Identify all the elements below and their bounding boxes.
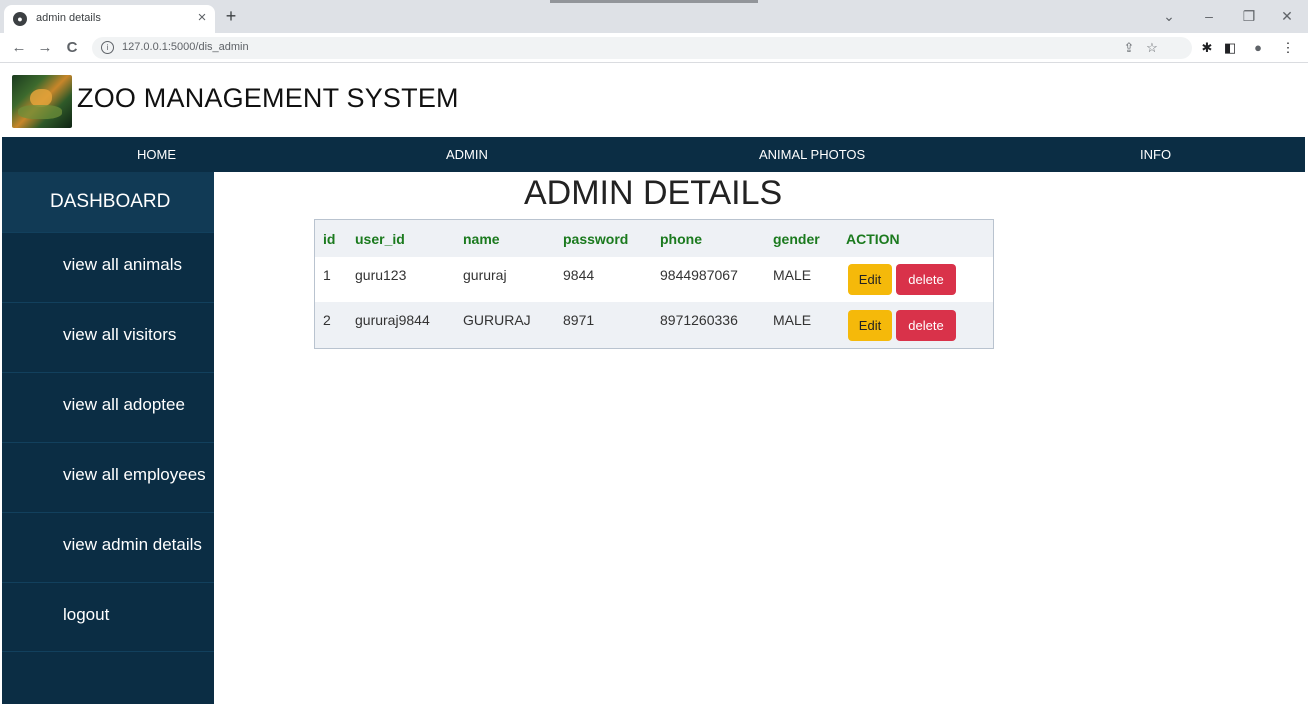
- site-title: ZOO MANAGEMENT SYSTEM: [77, 83, 459, 113]
- close-window-button[interactable]: ✕: [1275, 6, 1299, 26]
- sidebar-item-view-all-employees[interactable]: view all employees: [2, 442, 214, 512]
- column-header-gender: gender: [773, 231, 820, 247]
- back-button[interactable]: ←: [9, 38, 29, 58]
- sidebar-item-label: view all animals: [63, 255, 183, 274]
- url-text[interactable]: 127.0.0.1:5000/dis_admin: [122, 41, 249, 53]
- column-header-password: password: [563, 231, 629, 247]
- cell-user-id: guru123: [355, 267, 407, 283]
- sidebar-item-view-all-animals[interactable]: view all animals: [2, 232, 214, 302]
- nav-home[interactable]: HOME: [137, 137, 176, 172]
- nav-animal-photos[interactable]: ANIMAL PHOTOS: [759, 137, 865, 172]
- new-tab-button[interactable]: +: [222, 5, 240, 27]
- browser-tab-strip: ● admin details × + ⌄ – ❐ ✕: [0, 0, 1308, 33]
- cell-gender: MALE: [773, 312, 812, 328]
- cell-name: gururaj: [463, 267, 507, 283]
- delete-button[interactable]: delete: [896, 264, 956, 295]
- tab-title: admin details: [36, 12, 101, 24]
- reload-button[interactable]: C: [62, 38, 82, 58]
- cell-id: 2: [323, 312, 331, 328]
- browser-menu-icon[interactable]: ⋮: [1279, 39, 1297, 57]
- share-icon[interactable]: ⇪: [1120, 39, 1138, 57]
- tab-search-chevron-icon[interactable]: ⌄: [1157, 6, 1181, 26]
- sidebar-item-label: view all employees: [63, 465, 206, 484]
- sidebar-item-label: view admin details: [63, 535, 202, 554]
- site-header: ZOO MANAGEMENT SYSTEM: [0, 64, 1308, 137]
- sidebar-dashboard[interactable]: DASHBOARD: [2, 172, 214, 232]
- bookmark-star-icon[interactable]: ☆: [1143, 39, 1161, 57]
- column-header-name: name: [463, 231, 500, 247]
- nav-admin[interactable]: ADMIN: [446, 137, 488, 172]
- zoo-logo: [12, 75, 72, 128]
- cell-user-id: gururaj9844: [355, 312, 430, 328]
- site-info-icon[interactable]: i: [101, 41, 114, 54]
- forward-button[interactable]: →: [35, 38, 55, 58]
- column-header-phone: phone: [660, 231, 702, 247]
- sidebar: DASHBOARD view all animals view all visi…: [2, 172, 214, 704]
- minimize-button[interactable]: –: [1197, 6, 1221, 26]
- sidebar-item-label: view all visitors: [63, 325, 177, 344]
- delete-button[interactable]: delete: [896, 310, 956, 341]
- nav-info[interactable]: INFO: [1140, 137, 1171, 172]
- cell-gender: MALE: [773, 267, 812, 283]
- sidebar-item-view-all-visitors[interactable]: view all visitors: [2, 302, 214, 372]
- tab-strip-indicator: [550, 0, 758, 3]
- tab-close-icon[interactable]: ×: [194, 9, 210, 27]
- cell-phone: 9844987067: [660, 267, 738, 283]
- column-header-action: ACTION: [846, 231, 900, 247]
- column-header-id: id: [323, 231, 336, 247]
- sidebar-item-logout[interactable]: logout: [2, 582, 214, 652]
- sidebar-item-label: view all adoptee: [63, 395, 185, 414]
- side-panel-icon[interactable]: ◧: [1221, 39, 1239, 57]
- page-title: ADMIN DETAILS: [524, 174, 783, 212]
- admin-table: id user_id name password phone gender AC…: [314, 219, 994, 349]
- sidebar-dashboard-label: DASHBOARD: [50, 191, 171, 212]
- browser-tab[interactable]: ● admin details ×: [4, 5, 215, 33]
- browser-toolbar: ← → C i 127.0.0.1:5000/dis_admin ⇪ ☆ ✱ ◧…: [0, 33, 1308, 63]
- edit-button[interactable]: Edit: [848, 310, 892, 341]
- edit-button[interactable]: Edit: [848, 264, 892, 295]
- profile-avatar-icon[interactable]: ●: [1249, 39, 1267, 57]
- restore-button[interactable]: ❐: [1237, 6, 1261, 26]
- cell-id: 1: [323, 267, 331, 283]
- sidebar-item-view-admin-details[interactable]: view admin details: [2, 512, 214, 582]
- cell-name: GURURAJ: [463, 312, 531, 328]
- cell-password: 9844: [563, 267, 595, 283]
- address-bar[interactable]: i 127.0.0.1:5000/dis_admin: [92, 37, 1192, 59]
- sidebar-item-label: logout: [63, 605, 110, 624]
- extensions-puzzle-icon[interactable]: ✱: [1198, 39, 1216, 57]
- sidebar-item-view-all-adoptee[interactable]: view all adoptee: [2, 372, 214, 442]
- cell-phone: 8971260336: [660, 312, 738, 328]
- globe-icon: ●: [13, 12, 27, 26]
- cell-password: 8971: [563, 312, 595, 328]
- column-header-user-id: user_id: [355, 231, 405, 247]
- top-navigation: HOME ADMIN ANIMAL PHOTOS INFO: [2, 137, 1305, 172]
